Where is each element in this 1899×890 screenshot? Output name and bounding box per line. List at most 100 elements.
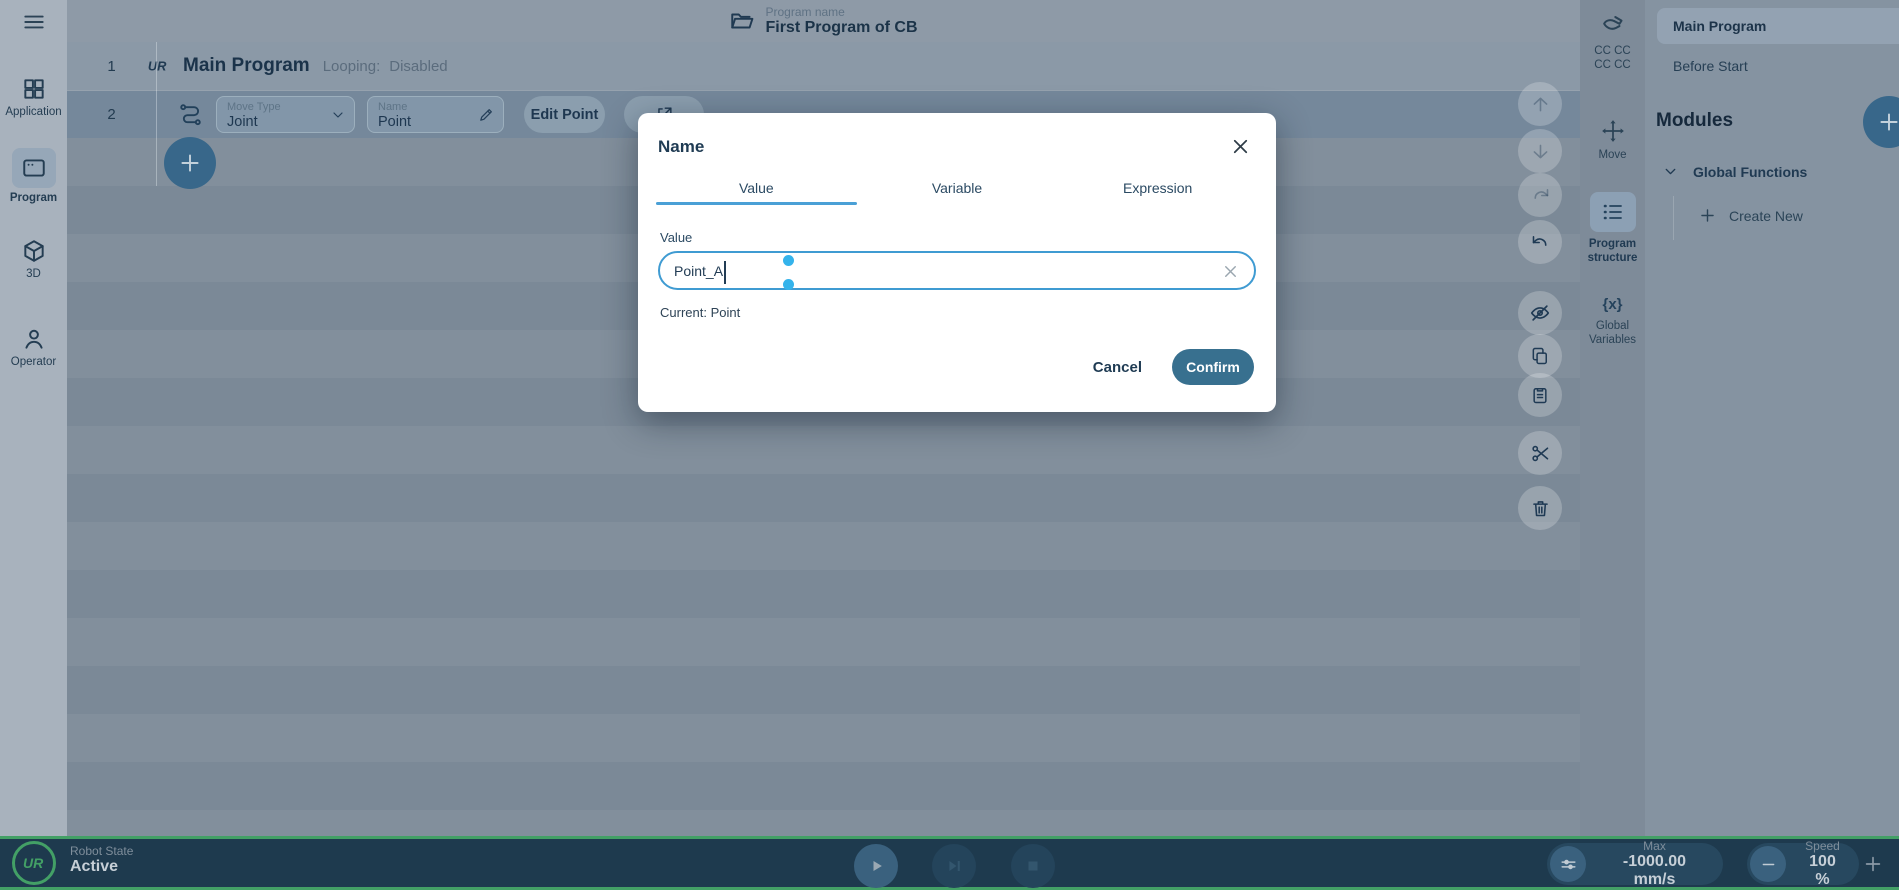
- speed-value: 100 %: [1800, 853, 1845, 889]
- hamburger-icon: [21, 9, 47, 35]
- speed-decrease-button[interactable]: [1750, 846, 1786, 882]
- person-icon: [21, 326, 47, 352]
- panel-before-start-label: Before Start: [1673, 58, 1748, 74]
- sidebar-item-application[interactable]: Application: [0, 76, 67, 118]
- sidebar-item-label: Application: [0, 106, 67, 118]
- panel-item-before-start[interactable]: Before Start: [1673, 58, 1748, 74]
- sidebar-item-3d[interactable]: 3D: [0, 238, 67, 280]
- robot-state-value: Active: [70, 858, 133, 876]
- rail-item-hand-guide[interactable]: CC CC CC CC: [1580, 12, 1645, 73]
- global-functions-label: Global Functions: [1693, 164, 1807, 180]
- cut-button[interactable]: [1518, 431, 1562, 475]
- close-icon: [1229, 135, 1252, 158]
- selection-handle-bottom[interactable]: [783, 279, 794, 290]
- value-input[interactable]: [660, 253, 1254, 288]
- dialog-close-button[interactable]: [1229, 135, 1252, 158]
- rail-item-program-structure[interactable]: Program structure: [1580, 192, 1645, 266]
- chevron-down-icon: [1662, 163, 1679, 180]
- undo-button[interactable]: [1518, 220, 1562, 264]
- hamburger-menu-button[interactable]: [21, 9, 47, 35]
- move-arrows-icon: [1600, 118, 1626, 144]
- row-number: 2: [67, 106, 156, 123]
- panel-item-main-program[interactable]: Main Program: [1657, 8, 1899, 44]
- global-functions-row[interactable]: Global Functions: [1662, 163, 1807, 180]
- play-button[interactable]: [854, 844, 898, 888]
- paste-button[interactable]: [1518, 373, 1562, 417]
- delete-button[interactable]: [1518, 486, 1562, 530]
- folder-open-icon: [729, 8, 755, 34]
- rail-item-global-variables[interactable]: {x} Global Variables: [1580, 296, 1645, 348]
- hide-node-button[interactable]: [1518, 291, 1562, 335]
- tab-variable[interactable]: Variable: [857, 171, 1058, 205]
- max-speed-control[interactable]: Max -1000.00 mm/s: [1547, 843, 1723, 885]
- svg-text:UR: UR: [23, 855, 44, 871]
- point-name-value: Point: [378, 114, 493, 130]
- plus-icon: [177, 150, 203, 176]
- row-number-divider: [156, 42, 157, 186]
- copy-button[interactable]: [1518, 334, 1562, 378]
- current-value-text: Current: Point: [660, 305, 740, 320]
- play-icon: [866, 856, 886, 876]
- arrow-down-icon: [1530, 141, 1551, 162]
- pencil-icon: [478, 106, 495, 123]
- max-label: Max: [1600, 839, 1709, 853]
- redo-button[interactable]: [1518, 173, 1562, 217]
- active-nav-highlight: [12, 148, 56, 188]
- point-name-field[interactable]: Name Point: [367, 96, 504, 133]
- plus-icon: [1876, 109, 1899, 135]
- ur-logo-icon: UR: [22, 851, 46, 875]
- row-number: 1: [67, 58, 156, 75]
- minus-icon: [1759, 855, 1778, 874]
- program-name-value[interactable]: First Program of CB: [765, 19, 917, 37]
- rail-global-variables-label: Global Variables: [1582, 319, 1644, 348]
- panel-main-program-label: Main Program: [1673, 18, 1766, 34]
- create-new-function-button[interactable]: Create New: [1698, 206, 1803, 225]
- arrow-up-icon: [1530, 94, 1551, 115]
- braces-x-icon: {x}: [1580, 296, 1645, 313]
- edit-point-label: Edit Point: [531, 107, 599, 123]
- main-program-title: Main Program: [183, 55, 310, 77]
- cube-icon: [21, 238, 47, 264]
- move-down-button[interactable]: [1518, 129, 1562, 173]
- copy-icon: [1530, 346, 1550, 366]
- trash-icon: [1530, 498, 1551, 519]
- cancel-button[interactable]: Cancel: [1093, 359, 1142, 376]
- sidebar-item-operator[interactable]: Operator: [0, 326, 67, 368]
- tab-value[interactable]: Value: [656, 171, 857, 205]
- redo-icon: [1530, 185, 1551, 206]
- sidebar-item-program[interactable]: Program: [0, 148, 67, 204]
- name-dialog: Name Value Variable Expression Value Cur…: [638, 113, 1276, 412]
- move-type-label: Move Type: [227, 101, 344, 113]
- step-button[interactable]: [932, 844, 976, 888]
- plus-icon: [1862, 853, 1884, 875]
- dialog-title: Name: [658, 137, 704, 157]
- point-name-label: Name: [378, 101, 493, 113]
- rail-program-structure-label: Program structure: [1581, 237, 1645, 266]
- clear-input-button[interactable]: [1221, 262, 1240, 281]
- clipboard-icon: [1530, 385, 1550, 405]
- stop-button[interactable]: [1011, 844, 1055, 888]
- move-type-dropdown[interactable]: Move Type Joint: [216, 96, 355, 133]
- add-node-button[interactable]: [164, 137, 216, 189]
- polyscope-app: Application Program 3D Operator Program …: [0, 0, 1899, 890]
- tab-expression[interactable]: Expression: [1057, 171, 1258, 205]
- left-sidebar: [0, 0, 67, 836]
- edit-point-button[interactable]: Edit Point: [524, 96, 605, 133]
- speed-increase-button[interactable]: [1862, 853, 1884, 875]
- move-up-button[interactable]: [1518, 82, 1562, 126]
- text-caret: [724, 261, 726, 284]
- program-row-main[interactable]: 1 UR Main Program Looping: Disabled: [67, 42, 1580, 90]
- rail-item-move[interactable]: Move: [1580, 118, 1645, 161]
- speed-settings-button[interactable]: [1550, 846, 1586, 882]
- speed-control[interactable]: Speed 100 %: [1747, 843, 1859, 885]
- confirm-button[interactable]: Confirm: [1172, 349, 1254, 385]
- stop-icon: [1024, 857, 1042, 875]
- value-field-label: Value: [660, 230, 692, 245]
- skip-icon: [944, 856, 964, 876]
- program-header: Program name First Program of CB: [67, 0, 1580, 42]
- selection-handle-top[interactable]: [783, 255, 794, 266]
- tree-indent-guide: [1673, 196, 1674, 240]
- create-new-label: Create New: [1729, 208, 1803, 224]
- robot-state-block[interactable]: Robot State Active: [70, 844, 133, 876]
- program-name-label: Program name: [765, 5, 917, 19]
